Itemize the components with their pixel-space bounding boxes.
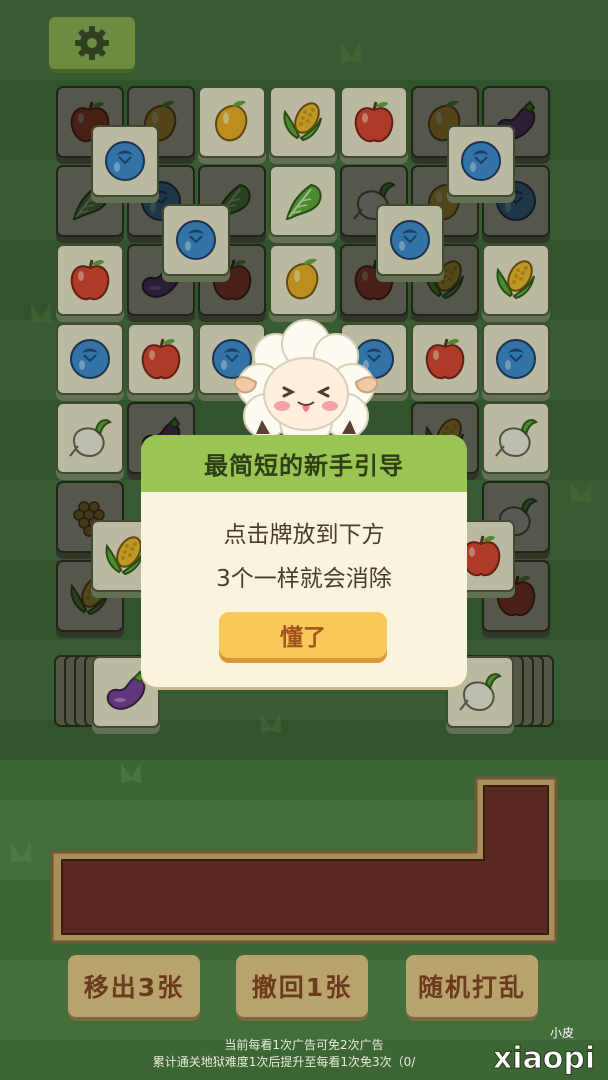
dialog-text-line: 点击牌放到下方 (223, 522, 385, 548)
tutorial-dialog: 最简短的新手引导 点击牌放到下方 3个一样就会消除 懂了 (141, 435, 467, 687)
got-it-button[interactable]: 懂了 (219, 612, 387, 658)
dialog-title: 最简短的新手引导 (141, 435, 467, 492)
undo-one-tile-button[interactable]: 撤回1张 (236, 955, 368, 1017)
svg-text:xiaopi: xiaopi (494, 1041, 594, 1076)
grass-decoration (0, 840, 44, 862)
sheep-mascot-icon (233, 319, 379, 448)
remove-three-tiles-button[interactable]: 移出3张 (68, 955, 200, 1017)
shuffle-button[interactable]: 随机打乱 (406, 955, 538, 1017)
xiaopi-watermark-logo: xiaopi (494, 1041, 594, 1077)
tile-slot-tray (44, 770, 564, 948)
dialog-text-line: 3个一样就会消除 (216, 566, 392, 592)
